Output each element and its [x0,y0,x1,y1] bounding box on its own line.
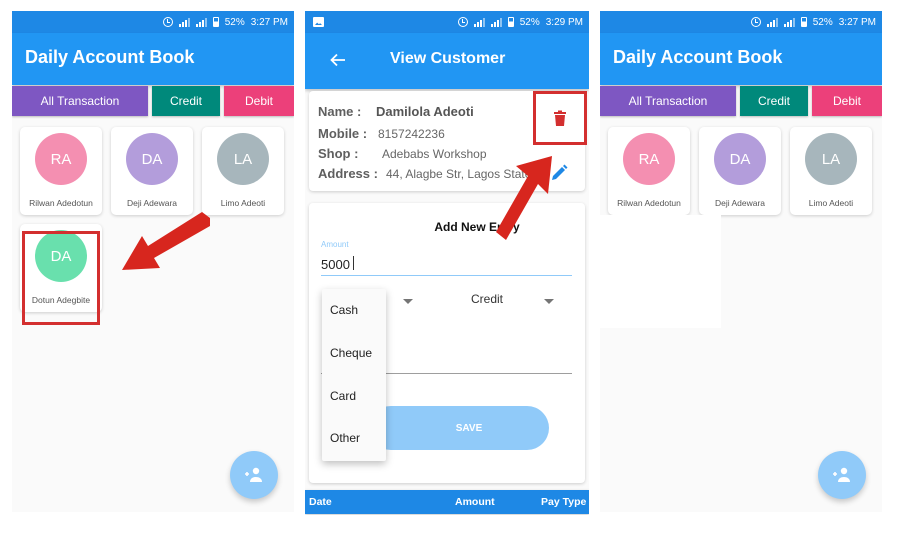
app-bar: View Customer [305,33,589,89]
clock: 3:27 PM [838,16,876,28]
tab-all-transaction[interactable]: All Transaction [12,86,148,116]
avatar: LA [217,133,269,185]
amount-input[interactable] [321,254,572,276]
filter-tabs: All Transaction Credit Debit [12,86,294,116]
alarm-icon [750,17,761,27]
customer-name-value: Damilola Adeoti [376,104,474,119]
add-person-icon [245,467,262,482]
detail-row-address: Address :44, Alagbe Str, Lagos State [318,166,532,181]
customer-name: Rilwan Adedotun [617,198,681,208]
app-bar: Daily Account Book [12,33,294,85]
arrow-back-icon[interactable] [329,51,347,69]
column-amount: Amount [455,496,495,508]
customer-card[interactable]: RA Rilwan Adedotun [608,127,690,215]
status-bar: 52% 3:27 PM [600,11,882,33]
clock: 3:27 PM [250,16,288,28]
tab-all-transaction[interactable]: All Transaction [600,86,736,116]
alarm-icon [162,17,173,27]
battery-percent: 52% [812,16,833,28]
customer-name: Deji Adewara [126,198,178,208]
avatar: RA [623,133,675,185]
signal-icon [783,17,795,27]
screen-title: View Customer [390,50,506,67]
menu-item-other[interactable]: Other [330,431,360,445]
highlight-box [22,231,100,325]
avatar: DA [126,133,178,185]
menu-item-cheque[interactable]: Cheque [330,346,372,360]
customer-name: Deji Adewara [714,198,766,208]
home-screen-left: 52% 3:27 PM Daily Account Book All Trans… [12,11,294,512]
clock: 3:29 PM [545,16,583,28]
delete-customer-button[interactable] [533,91,587,145]
signal-icon [766,17,778,27]
avatar: DA [714,133,766,185]
customer-name: Rilwan Adedotun [29,198,93,208]
app-bar: Daily Account Book [600,33,882,85]
detail-row-mobile: Mobile :8157242236 [318,126,445,141]
view-customer-screen: 52% 3:29 PM View Customer Name : Damilola… [305,11,589,515]
avatar: RA [35,133,87,185]
customer-name: Limo Adeoti [808,198,854,208]
entry-title: Add New Entry [434,220,520,234]
tab-credit[interactable]: Credit [152,86,220,116]
add-customer-button[interactable] [230,451,278,499]
customer-address-value: 44, Alagbe Str, Lagos State [386,167,532,181]
entry-type-dropdown-arrow[interactable] [544,299,554,304]
signal-icon [178,17,190,27]
pay-type-dropdown-arrow[interactable] [403,299,413,304]
tab-debit[interactable]: Debit [812,86,882,116]
signal-icon [490,17,502,27]
filter-tabs: All Transaction Credit Debit [600,86,882,116]
signal-icon [473,17,485,27]
app-title: Daily Account Book [613,47,783,67]
image-icon [313,17,324,27]
status-bar: 52% 3:29 PM [305,11,589,33]
customer-card[interactable]: RA Rilwan Adedotun [20,127,102,215]
transactions-table-header: Date Amount Pay Type [305,490,589,514]
battery-percent: 52% [519,16,540,28]
detail-row-name: Name : Damilola Adeoti [318,104,474,119]
home-screen-right: 52% 3:27 PM Daily Account Book All Trans… [600,11,882,512]
column-date: Date [309,496,332,508]
detail-row-shop: Shop : Adebabs Workshop [318,146,487,161]
customer-mobile-value: 8157242236 [378,127,445,141]
menu-item-cash[interactable]: Cash [330,303,358,317]
battery-icon [800,17,807,27]
customer-shop-value: Adebabs Workshop [382,147,487,161]
customer-name: Limo Adeoti [220,198,266,208]
tab-debit[interactable]: Debit [224,86,294,116]
app-title: Daily Account Book [25,47,195,67]
avatar: LA [805,133,857,185]
pencil-icon[interactable] [550,164,568,182]
entry-type-dropdown[interactable]: Credit [471,292,503,306]
customer-card[interactable]: DA Deji Adewara [111,127,193,215]
text-cursor [353,256,354,270]
tab-credit[interactable]: Credit [740,86,808,116]
menu-item-card[interactable]: Card [330,389,356,403]
column-pay-type: Pay Type [541,496,587,508]
signal-icon [195,17,207,27]
removed-card-area [600,215,721,328]
alarm-icon [457,17,468,27]
save-button[interactable]: SAVE [369,406,549,450]
amount-label: Amount [321,240,349,249]
battery-icon [212,17,219,27]
battery-icon [507,17,514,27]
trash-icon [554,110,566,126]
customer-card[interactable]: LA Limo Adeoti [202,127,284,215]
add-person-icon [833,467,850,482]
pay-type-menu: Cash Cheque Card Other [322,289,386,461]
customer-card[interactable]: DA Deji Adewara [699,127,781,215]
add-customer-button[interactable] [818,451,866,499]
status-bar: 52% 3:27 PM [12,11,294,33]
customer-card[interactable]: LA Limo Adeoti [790,127,872,215]
battery-percent: 52% [224,16,245,28]
